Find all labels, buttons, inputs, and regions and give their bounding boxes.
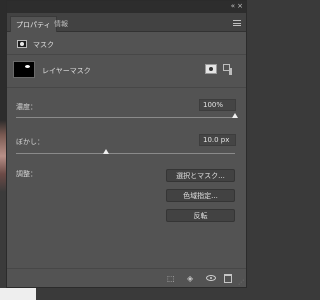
feather-slider-thumb[interactable] [102,149,109,154]
color-range-button[interactable]: 色域指定... [166,189,235,202]
divider [7,87,246,88]
feather-input[interactable]: 10.0 px [199,134,236,146]
canvas-background-bottom [0,288,36,300]
panel-menu-icon[interactable] [233,20,241,26]
panel-titlebar[interactable]: « × [7,1,246,13]
vector-mask-pen [229,68,232,75]
eye-icon[interactable] [206,275,216,281]
properties-panel: « × プロパティ 情報 マスク レイヤーマスク 濃度： 100% ぼかし： 1… [6,0,247,288]
apply-mask-icon[interactable]: ◈ [187,274,193,283]
density-label: 濃度： [16,103,37,111]
layer-mask-row: レイヤーマスク [7,56,246,84]
tab-info[interactable]: 情報 [49,16,73,32]
density-slider-track[interactable] [16,117,235,118]
trash-icon[interactable] [224,274,232,283]
panel-footer: ⬚ ◈ ⋰ [7,268,246,287]
feather-label: ぼかし： [16,138,44,146]
vector-mask-icon[interactable] [223,64,234,75]
density-slider-thumb[interactable] [232,113,238,118]
invert-button[interactable]: 反転 [166,209,235,222]
feather-slider-track[interactable] [16,153,235,154]
selection-dotted-icon[interactable]: ⬚ [167,274,175,283]
section-title: マスク [33,41,54,49]
layer-mask-label: レイヤーマスク [42,67,91,75]
tab-bar: プロパティ 情報 [7,13,246,32]
refine-label: 調整： [16,170,37,178]
mask-icon [17,40,27,48]
double-chevron-icon[interactable]: « [231,2,235,10]
density-input[interactable]: 100% [199,99,236,111]
select-and-mask-button[interactable]: 選択とマスク... [166,169,235,182]
resize-grip-icon[interactable]: ⋰ [238,279,244,286]
mask-section-header: マスク [7,33,246,55]
pixel-mask-icon[interactable] [205,64,217,74]
close-icon[interactable]: × [237,2,243,10]
mask-thumbnail [13,61,35,78]
